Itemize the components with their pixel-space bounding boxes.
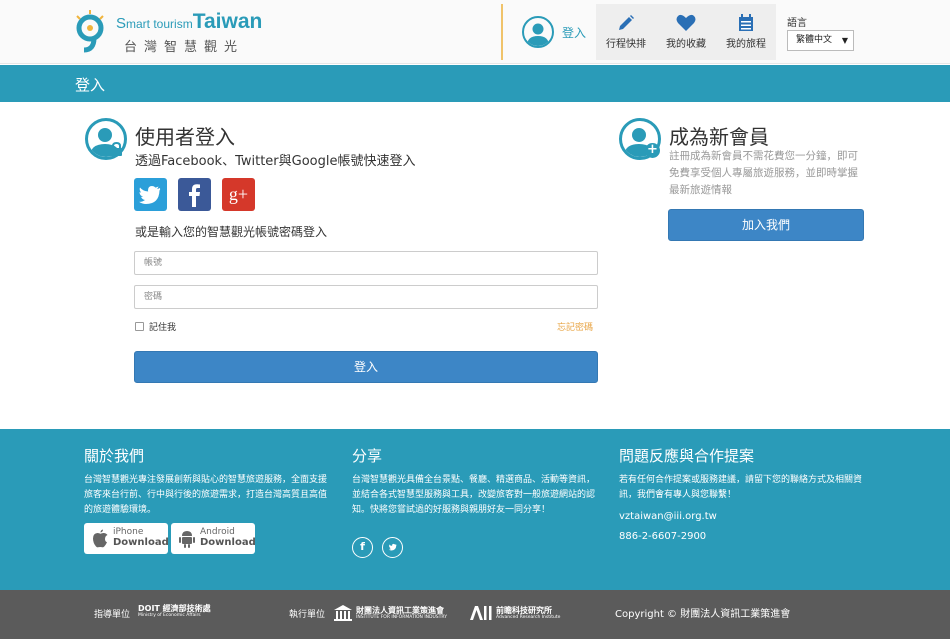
iphone-download-button[interactable]: iPhone Download xyxy=(84,523,169,554)
lock-icon xyxy=(111,142,122,156)
remember-me-label[interactable]: 記住我 xyxy=(149,320,176,333)
password-placeholder: 密碼 xyxy=(144,292,163,302)
about-text: 台灣智慧觀光專注發展創新與貼心的智慧旅遊服務，全面支援旅客來台行前、行中與行後的… xyxy=(84,475,328,515)
google-plus-login-button[interactable]: g+ xyxy=(222,178,255,211)
remember-me-checkbox[interactable] xyxy=(135,322,144,331)
pencil-icon xyxy=(619,15,634,30)
header-divider xyxy=(501,4,503,60)
twitter-login-button[interactable] xyxy=(134,178,167,211)
facebook-icon xyxy=(189,184,200,207)
language-value: 繁體中文 xyxy=(796,35,833,45)
nav-my-trips-label: 我的旅程 xyxy=(726,39,766,50)
login-submit-button[interactable]: 登入 xyxy=(134,351,598,383)
ari-logo: 前瞻科技研究所 Advanced Research Institute xyxy=(496,606,561,620)
about-title: 關於我們 xyxy=(84,447,145,465)
android-download-label: Download xyxy=(200,537,256,548)
feedback-text: 若有任何合作提案或服務建議，請留下您的聯絡方式及相關資訊，我們會有專人與您聯繫！ xyxy=(619,475,863,500)
page-title-bar: 登入 xyxy=(0,65,950,102)
login-title: 使用者登入 xyxy=(135,125,235,149)
nav-favorites[interactable]: 我的收藏 xyxy=(656,4,716,60)
user-avatar-icon xyxy=(522,16,554,48)
google-plus-icon: g+ xyxy=(228,184,249,204)
contact-phone: 886-2-6607-2900 xyxy=(619,531,707,542)
nav-trip-planner[interactable]: 行程快排 xyxy=(596,4,656,60)
chevron-down-icon: ▼ xyxy=(841,36,848,45)
nav-trip-planner-label: 行程快排 xyxy=(606,39,646,50)
calendar-icon xyxy=(739,14,753,31)
guide-unit-label: 指導單位 xyxy=(94,610,131,620)
facebook-share-icon[interactable]: f xyxy=(352,537,373,558)
header-login-label: 登入 xyxy=(562,25,587,40)
logo-english-text: Smart tourismTaiwan xyxy=(116,10,263,33)
site-logo[interactable]: Smart tourismTaiwan 台灣智慧觀光 xyxy=(72,6,272,56)
contact-email[interactable]: vztaiwan@iii.org.tw xyxy=(619,509,717,524)
feedback-title: 問題反應與合作提案 xyxy=(619,447,755,465)
page-title: 登入 xyxy=(75,76,106,94)
register-description: 註冊成為新會員不需花費您一分鐘，即可免費享受個人專屬旅遊服務，並即時掌握最新旅遊… xyxy=(669,150,858,196)
site-header: Smart tourismTaiwan 台灣智慧觀光 登入 行程快排 我的收藏 xyxy=(0,0,950,64)
plus-icon: + xyxy=(645,143,660,158)
account-input[interactable]: 帳號 xyxy=(134,251,598,275)
facebook-login-button[interactable] xyxy=(178,178,211,211)
account-placeholder: 帳號 xyxy=(144,258,163,268)
iii-building-icon xyxy=(334,605,352,621)
logo-mark-icon xyxy=(76,10,104,53)
header-nav: 行程快排 我的收藏 我的旅程 xyxy=(596,4,776,60)
android-label: Android xyxy=(200,527,235,537)
android-download-button[interactable]: Android Download xyxy=(171,523,256,554)
bottom-bar: 指導單位 DOIT 經濟部技術處 Ministry of Economic Af… xyxy=(0,590,950,639)
site-footer: 關於我們 台灣智慧觀光專注發展創新與貼心的智慧旅遊服務，全面支援旅客來台行前、行… xyxy=(0,429,950,590)
iii-logo: 財團法人資訊工業策進會 INSTITUTE FOR INFORMATION IN… xyxy=(356,606,447,620)
nav-favorites-label: 我的收藏 xyxy=(666,39,706,50)
nav-my-trips[interactable]: 我的旅程 xyxy=(716,4,776,60)
social-login-prompt: 透過Facebook、Twitter與Google帳號快速登入 xyxy=(135,154,416,169)
password-login-prompt: 或是輸入您的智慧觀光帳號密碼登入 xyxy=(135,225,328,239)
header-login-link[interactable]: 登入 xyxy=(522,14,586,50)
twitter-icon xyxy=(139,186,161,204)
doit-logo: DOIT 經濟部技術處 Ministry of Economic Affairs xyxy=(138,604,211,618)
password-input[interactable]: 密碼 xyxy=(134,285,598,309)
share-text: 台灣智慧觀光具備全台景點、餐廳、精選商品、活動等資訊，並結合各式智慧型服務與工具… xyxy=(352,475,596,515)
language-label: 語言 xyxy=(787,18,807,29)
join-us-button[interactable]: 加入我們 xyxy=(668,209,864,241)
share-title: 分享 xyxy=(352,447,383,465)
twitter-share-icon[interactable] xyxy=(382,537,403,558)
language-selector: 語言 繁體中文 ▼ xyxy=(787,14,854,51)
iphone-label: iPhone xyxy=(113,527,144,537)
copyright-text: Copyright © 財團法人資訊工業策進會 xyxy=(615,609,791,620)
iphone-download-label: Download xyxy=(113,537,169,548)
apple-icon xyxy=(93,529,108,548)
heart-icon xyxy=(676,14,696,31)
exec-unit-label: 執行單位 xyxy=(289,610,326,620)
forgot-password-link[interactable]: 忘記密碼 xyxy=(557,320,593,333)
ari-logo-icon xyxy=(470,606,492,620)
register-title: 成為新會員 xyxy=(669,125,769,149)
android-icon xyxy=(179,531,195,548)
login-submit-label: 登入 xyxy=(353,360,378,374)
logo-chinese-text: 台灣智慧觀光 xyxy=(124,40,245,55)
language-select[interactable]: 繁體中文 ▼ xyxy=(787,30,854,51)
join-us-label: 加入我們 xyxy=(741,218,790,232)
